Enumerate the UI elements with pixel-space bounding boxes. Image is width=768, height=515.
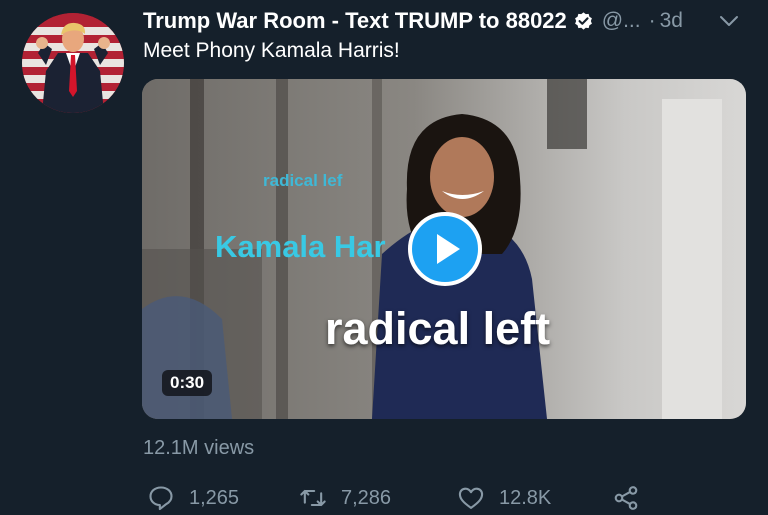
separator-dot: · (648, 9, 656, 32)
retweet-icon (300, 489, 326, 507)
like-button[interactable]: 12.8K (457, 482, 551, 514)
play-button[interactable] (408, 212, 482, 286)
retweet-count: 7,286 (341, 486, 392, 509)
like-icon (458, 487, 484, 509)
chevron-down-icon[interactable] (718, 10, 740, 32)
like-count: 12.8K (499, 486, 552, 509)
reply-button[interactable]: 1,265 (147, 482, 239, 514)
avatar[interactable] (22, 13, 124, 113)
overlay-text-large: radical left (325, 303, 551, 354)
reply-count: 1,265 (189, 486, 240, 509)
tweet-text: Meet Phony Kamala Harris! (143, 39, 400, 62)
tweet-header: Trump War Room - Text TRUMP to 88022 @..… (143, 6, 683, 36)
overlay-text-medium: Kamala Har (215, 229, 386, 264)
retweet-button[interactable]: 7,286 (299, 482, 391, 514)
verified-icon (573, 11, 594, 32)
tweet-actions: 1,265 7,286 12.8K (147, 482, 647, 514)
view-count: 12.1M views (143, 437, 255, 459)
overlay-text-small: radical lef (263, 171, 343, 190)
reply-icon (149, 486, 173, 511)
video-player[interactable]: radical lef Kamala Har radical left 0:30 (142, 79, 746, 419)
play-icon (437, 234, 460, 264)
share-button[interactable] (612, 482, 640, 514)
display-name[interactable]: Trump War Room - Text TRUMP to 88022 (143, 8, 567, 34)
share-icon (614, 486, 638, 510)
handle[interactable]: @... (602, 9, 641, 33)
video-duration: 0:30 (162, 370, 213, 396)
timestamp[interactable]: 3d (660, 9, 683, 33)
